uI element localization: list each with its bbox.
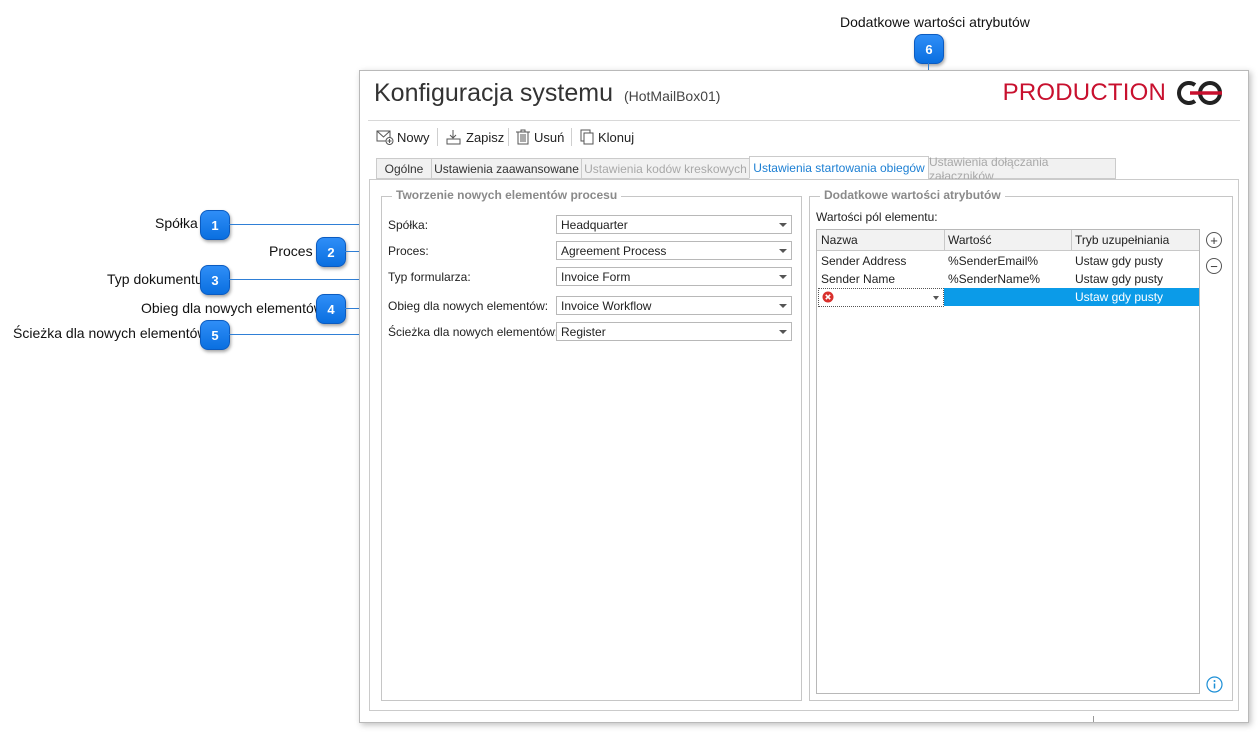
trash-icon [516, 129, 530, 145]
cell-mode: Ustaw gdy pusty [1075, 272, 1164, 286]
table-row[interactable]: Sender Address %SenderEmail% Ustaw gdy p… [817, 252, 1199, 270]
window-title: Konfiguracja systemu (HotMailBox01) [374, 79, 720, 108]
cell-value: %SenderEmail% [948, 254, 1039, 268]
new-elements-group-title: Tworzenie nowych elementów procesu [392, 188, 622, 202]
name-editor-combo[interactable] [818, 288, 944, 307]
chevron-down-icon [779, 275, 787, 279]
process-value: Agreement Process [561, 244, 667, 258]
callout-badge-4: 4 [316, 294, 346, 324]
attribute-values-grid: Nazwa Wartość Tryb uzupełniania Sender A… [816, 229, 1200, 694]
cell-value: %SenderName% [948, 272, 1041, 286]
save-icon [446, 130, 461, 145]
status-tick [1093, 716, 1094, 722]
attribute-values-group-title: Dodatkowe wartości atrybutów [820, 188, 1005, 202]
delete-button-label: Usuń [534, 129, 565, 145]
clone-button-label: Klonuj [598, 129, 635, 145]
chevron-down-icon [779, 249, 787, 253]
callout-label-6: Dodatkowe wartości atrybutów [840, 14, 1030, 30]
cell-name: Sender Address [821, 254, 907, 268]
callout-label-5: Ścieżka dla nowych elementów [13, 325, 208, 341]
company-value: Headquarter [561, 218, 628, 232]
column-divider [944, 230, 945, 250]
toolbar-divider [571, 128, 572, 146]
cell-name: Sender Name [821, 272, 896, 286]
info-icon[interactable] [1206, 676, 1223, 693]
minus-circle-icon[interactable]: − [1206, 258, 1222, 274]
callout-label-3: Typ dokumentu [107, 271, 203, 287]
clone-button[interactable]: Klonuj [579, 127, 634, 147]
workflow-combo[interactable]: Invoice Workflow [556, 296, 792, 315]
error-icon [822, 291, 834, 303]
process-label: Proces: [388, 244, 429, 258]
tab-attachments[interactable]: Ustawienia dołączania załączników [928, 155, 1116, 183]
tab-workflow-start[interactable]: Ustawienia startowania obiegów [749, 156, 929, 179]
copy-icon [580, 129, 594, 145]
callout-label-2: Proces [269, 243, 313, 259]
path-combo[interactable]: Register [556, 322, 792, 341]
callout-badge-6: 6 [914, 34, 944, 64]
grid-header: Nazwa Wartość Tryb uzupełniania [817, 230, 1199, 251]
window-title-text: Konfiguracja systemu [374, 79, 614, 107]
path-value: Register [561, 325, 606, 339]
tab-barcodes[interactable]: Ustawienia kodów kreskowych [581, 158, 750, 179]
toolbar-divider [437, 128, 438, 146]
callout-badge-3: 3 [200, 265, 230, 295]
form-type-value: Invoice Form [561, 270, 631, 284]
delete-button[interactable]: Usuń [515, 127, 564, 147]
new-mail-icon [376, 130, 394, 145]
new-button[interactable]: Nowy [376, 127, 430, 147]
tab-general[interactable]: Ogólne [376, 158, 432, 179]
chevron-down-icon [779, 304, 787, 308]
new-button-label: Nowy [397, 129, 430, 145]
callout-badge-1: 1 [200, 210, 230, 240]
environment-label: PRODUCTION [1002, 79, 1166, 106]
path-label: Ścieżka dla nowych elementów: [388, 325, 559, 339]
save-button-label: Zapisz [466, 129, 505, 145]
chevron-down-icon [933, 296, 939, 300]
window-subtitle: (HotMailBox01) [623, 88, 721, 104]
company-label: Spółka: [388, 218, 429, 232]
toolbar-divider [508, 128, 509, 146]
process-combo[interactable]: Agreement Process [556, 241, 792, 260]
grid-caption: Wartości pól elementu: [816, 210, 938, 224]
column-header-mode[interactable]: Tryb uzupełniania [1075, 233, 1169, 247]
workflow-value: Invoice Workflow [561, 299, 652, 313]
tab-advanced[interactable]: Ustawienia zaawansowane [431, 158, 582, 179]
callout-label-1: Spółka [155, 215, 198, 231]
save-button[interactable]: Zapisz [445, 127, 504, 147]
form-type-label: Typ formularza: [388, 270, 471, 284]
toolbar: Nowy Zapisz Usuń Klonuj [368, 120, 1240, 151]
chevron-down-icon [779, 223, 787, 227]
table-row-selected[interactable]: Ustaw gdy pusty [817, 288, 1199, 307]
column-header-name[interactable]: Nazwa [821, 233, 858, 247]
callout-badge-5: 5 [200, 320, 230, 350]
company-combo[interactable]: Headquarter [556, 215, 792, 234]
workflow-label: Obieg dla nowych elementów: [388, 299, 549, 313]
column-divider [1071, 230, 1072, 250]
table-row[interactable]: Sender Name %SenderName% Ustaw gdy pusty [817, 270, 1199, 288]
cell-mode: Ustaw gdy pusty [1075, 290, 1164, 304]
callout-badge-2: 2 [316, 237, 346, 267]
column-header-value[interactable]: Wartość [948, 233, 992, 247]
plus-circle-icon[interactable]: + [1206, 232, 1222, 248]
chevron-down-icon [779, 330, 787, 334]
form-type-combo[interactable]: Invoice Form [556, 267, 792, 286]
brand-logo-icon [1177, 81, 1222, 105]
cell-mode: Ustaw gdy pusty [1075, 254, 1164, 268]
callout-label-4: Obieg dla nowych elementów [141, 300, 324, 316]
